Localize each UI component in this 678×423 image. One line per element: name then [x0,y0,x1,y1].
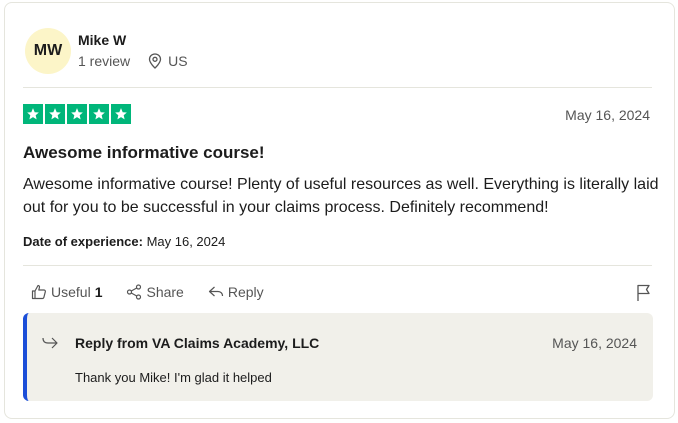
reply-text: Thank you Mike! I'm glad it helped [75,370,272,385]
star-icon [23,104,43,124]
reply-button[interactable]: Reply [208,284,264,300]
share-icon [127,284,142,300]
star-icon [67,104,87,124]
star-icon [111,104,131,124]
star-rating [23,104,131,124]
useful-button[interactable]: Useful 1 [31,284,102,300]
location-pin-icon [148,53,162,69]
useful-label: Useful [51,284,91,300]
reply-label: Reply [227,284,264,300]
reply-from-icon [42,337,58,349]
country-label: US [168,53,188,69]
review-date: May 16, 2024 [565,107,650,123]
share-label: Share [146,284,184,300]
avatar[interactable]: MW [25,28,71,74]
divider [23,265,652,266]
review-card: MW Mike W 1 review US May 16, 2024 Aweso… [4,2,675,419]
reviewer-location: US [148,53,188,69]
review-actions: Useful 1 Share Reply [31,284,264,300]
reviewer-name[interactable]: Mike W [78,32,126,48]
experience-date: May 16, 2024 [146,234,226,249]
useful-count: 1 [94,284,103,300]
reply-arrow-icon [208,286,223,297]
experience-label: Date of experience: [23,234,143,249]
review-body: Awesome informative course! Plenty of us… [23,176,659,216]
report-flag-button[interactable] [636,284,652,307]
review-title[interactable]: Awesome informative course! [23,143,265,163]
thumbs-up-icon [31,284,46,300]
divider [23,87,652,88]
date-of-experience: Date of experience: May 16, 2024 [23,234,225,249]
reply-date: May 16, 2024 [552,335,637,351]
review-count: 1 review [78,53,131,69]
flag-icon [637,284,650,301]
share-button[interactable]: Share [126,284,184,300]
reply-from-label: Reply from VA Claims Academy, LLC [75,335,320,351]
company-reply: Reply from VA Claims Academy, LLC May 16… [23,313,653,401]
reviewer-meta: 1 review US [78,53,188,69]
star-icon [45,104,65,124]
star-icon [89,104,109,124]
